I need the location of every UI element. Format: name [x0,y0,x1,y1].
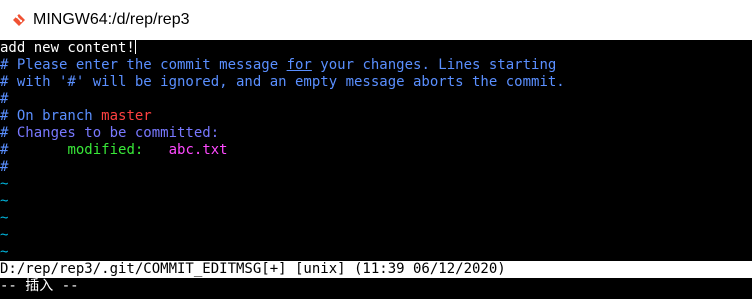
changes-heading-line: # Changes to be committed: [0,125,752,142]
commit-message-line[interactable]: add new content! [0,40,752,57]
empty-line-marker: ~ [0,210,9,226]
changes-heading: Changes to be committed: [16,125,220,141]
empty-line-marker: ~ [0,176,9,192]
vim-mode-indicator: -- 插入 -- [0,278,79,294]
comment-line: # [0,159,9,175]
branch-prefix: # On branch [0,108,102,124]
empty-line-marker: ~ [0,227,9,243]
comment-line: # [0,91,9,107]
highlighted-keyword: for [286,57,312,73]
vim-status-line: D:/rep/rep3/.git/COMMIT_EDITMSG[+] [unix… [0,261,752,278]
changed-file-line: # modified: abc.txt [0,142,752,159]
commit-message-text: add new content! [0,40,135,56]
empty-line-marker: ~ [0,193,9,209]
comment-text: # Please enter the commit message [0,57,287,73]
status-gap [143,142,168,158]
text-cursor [134,40,136,54]
git-bash-icon [13,14,25,26]
window-title: MINGW64:/d/rep/rep3 [33,11,190,28]
empty-line-marker: ~ [0,244,9,260]
comment-line: # with '#' will be ignored, and an empty… [0,74,565,90]
comment-line: # Please enter the commit message for yo… [0,57,752,74]
file-status: modified: [67,142,144,158]
vim-editor[interactable]: add new content! # Please enter the comm… [0,40,752,299]
branch-line: # On branch master [0,108,752,125]
title-bar[interactable]: MINGW64:/d/rep/rep3 [0,0,752,40]
terminal-window: MINGW64:/d/rep/rep3 add new content! # P… [0,0,752,299]
file-name: abc.txt [168,142,228,158]
branch-name: master [101,108,152,124]
comment-text: your changes. Lines starting [311,57,557,73]
comment-prefix: # [0,125,17,141]
